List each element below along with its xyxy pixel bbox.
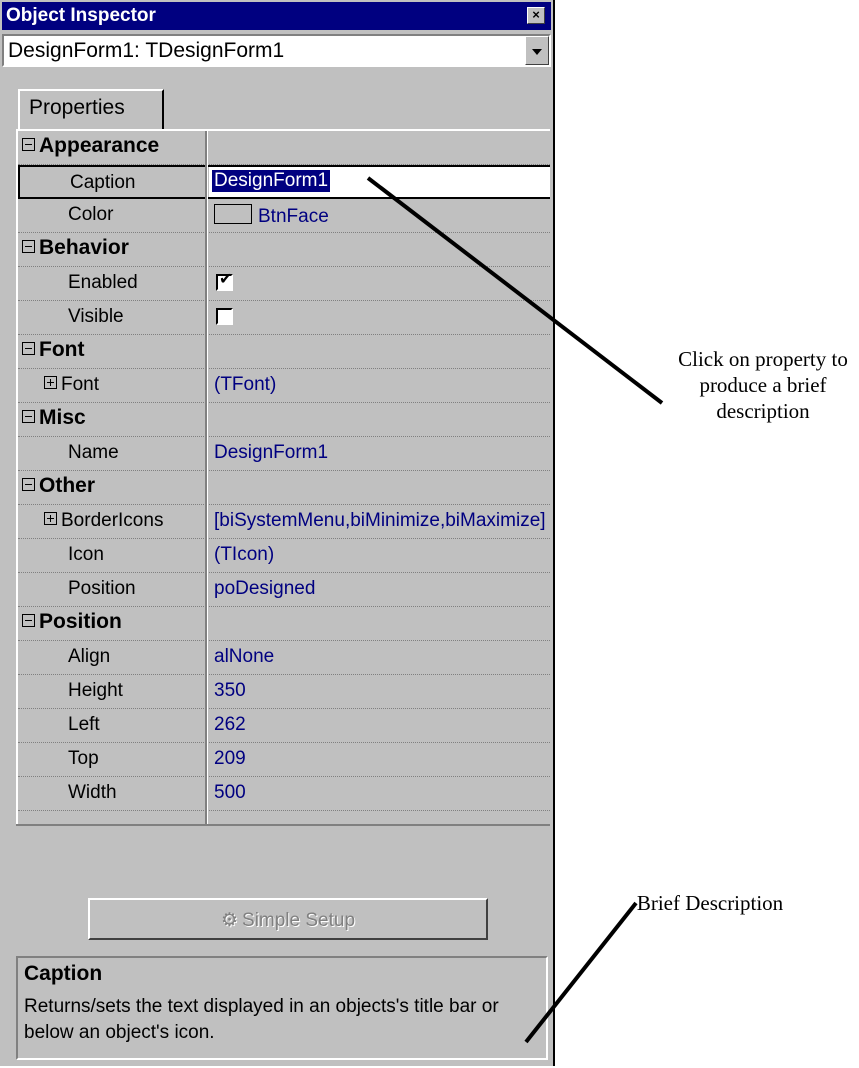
property-name: Position: [68, 578, 136, 599]
description-panel: Caption Returns/sets the text displayed …: [16, 956, 548, 1060]
category-label: Other: [39, 474, 96, 497]
property-value[interactable]: 209: [214, 748, 550, 770]
expand-icon[interactable]: [44, 376, 57, 389]
chevron-down-icon[interactable]: [525, 36, 549, 65]
category-label: Appearance: [39, 134, 160, 157]
property-name: Caption: [70, 172, 136, 193]
tab-properties[interactable]: Properties: [18, 89, 164, 129]
property-name: BorderIcons: [61, 510, 164, 531]
property-value[interactable]: 350: [214, 680, 550, 702]
property-row-caption[interactable]: Caption DesignForm1: [18, 165, 550, 199]
tab-properties-label: Properties: [29, 96, 125, 119]
property-row-enabled[interactable]: Enabled ✔: [18, 267, 550, 301]
property-name: Align: [68, 646, 111, 667]
category-row-misc[interactable]: Misc: [18, 403, 550, 437]
description-text: Returns/sets the text displayed in an ob…: [24, 996, 499, 1043]
property-row-left[interactable]: Left 262: [18, 709, 550, 743]
collapse-icon[interactable]: [22, 342, 35, 355]
property-name: Left: [68, 714, 100, 735]
description-title: Caption: [24, 962, 103, 985]
property-value[interactable]: (TFont): [214, 374, 550, 396]
expand-icon[interactable]: [44, 512, 57, 525]
property-row-width[interactable]: Width 500: [18, 777, 550, 811]
category-row-behavior[interactable]: Behavior: [18, 233, 550, 267]
property-row-height[interactable]: Height 350: [18, 675, 550, 709]
callout-click-note: Click on property to produce a brief des…: [678, 347, 848, 423]
object-selector-value: DesignForm1: TDesignForm1: [8, 39, 285, 62]
property-name: Height: [68, 680, 123, 701]
property-row-font[interactable]: Font (TFont): [18, 369, 550, 403]
checkmark-icon: ✔: [219, 271, 233, 288]
property-row-icon[interactable]: Icon (TIcon): [18, 539, 550, 573]
property-name: Enabled: [68, 272, 138, 293]
property-name: Font: [61, 374, 100, 395]
object-selector-dropdown[interactable]: DesignForm1: TDesignForm1: [2, 34, 551, 67]
bottom-divider: [16, 824, 550, 884]
property-name: Top: [68, 748, 99, 769]
property-name: Name: [68, 442, 119, 463]
property-value: BtnFace: [258, 206, 329, 227]
callout-brief-note: Brief Description: [636, 891, 784, 915]
collapse-icon[interactable]: [22, 478, 35, 491]
column-splitter[interactable]: [205, 131, 208, 824]
enabled-checkbox[interactable]: ✔: [216, 271, 233, 291]
property-name: Icon: [68, 544, 104, 565]
property-row-name[interactable]: Name DesignForm1: [18, 437, 550, 471]
title-bar[interactable]: Object Inspector ×: [2, 2, 551, 30]
setup-wizard-icon: ⚙: [220, 910, 239, 931]
category-label: Misc: [39, 406, 86, 429]
property-value[interactable]: poDesigned: [214, 578, 550, 600]
visible-checkbox[interactable]: [216, 308, 233, 325]
property-name: Color: [68, 204, 114, 225]
close-icon[interactable]: ×: [527, 7, 545, 24]
property-row-bordericons[interactable]: BorderIcons [biSystemMenu,biMinimize,biM…: [18, 505, 550, 539]
property-name: Width: [68, 782, 117, 803]
category-label: Font: [39, 338, 85, 361]
category-label: Position: [39, 610, 122, 633]
color-swatch-icon: [214, 204, 252, 224]
property-value[interactable]: DesignForm1: [212, 170, 331, 192]
window-title: Object Inspector: [6, 5, 156, 26]
property-value[interactable]: 262: [214, 714, 550, 736]
property-row-visible[interactable]: Visible: [18, 301, 550, 335]
property-grid: Appearance Caption DesignForm1 Color Btn…: [16, 129, 550, 824]
collapse-icon[interactable]: [22, 410, 35, 423]
category-row-appearance[interactable]: Appearance: [18, 131, 550, 165]
property-row-position[interactable]: Position poDesigned: [18, 573, 550, 607]
property-row-top[interactable]: Top 209: [18, 743, 550, 777]
property-value[interactable]: (TIcon): [214, 544, 550, 566]
property-value[interactable]: alNone: [214, 646, 550, 668]
category-row-other[interactable]: Other: [18, 471, 550, 505]
category-row-position[interactable]: Position: [18, 607, 550, 641]
category-row-font[interactable]: Font: [18, 335, 550, 369]
category-label: Behavior: [39, 236, 129, 259]
simple-setup-button[interactable]: ⚙ Simple Setup: [88, 898, 488, 940]
property-row-color[interactable]: Color BtnFace: [18, 199, 550, 233]
property-row-align[interactable]: Align alNone: [18, 641, 550, 675]
property-name: Visible: [68, 306, 124, 327]
collapse-icon[interactable]: [22, 240, 35, 253]
collapse-icon[interactable]: [22, 138, 35, 151]
property-value[interactable]: DesignForm1: [214, 442, 550, 464]
simple-setup-label: Simple Setup: [242, 910, 356, 931]
collapse-icon[interactable]: [22, 614, 35, 627]
property-value[interactable]: 500: [214, 782, 550, 804]
object-inspector-window: Object Inspector × DesignForm1: TDesignF…: [0, 0, 555, 1066]
property-value[interactable]: [biSystemMenu,biMinimize,biMaximize]: [214, 510, 550, 532]
